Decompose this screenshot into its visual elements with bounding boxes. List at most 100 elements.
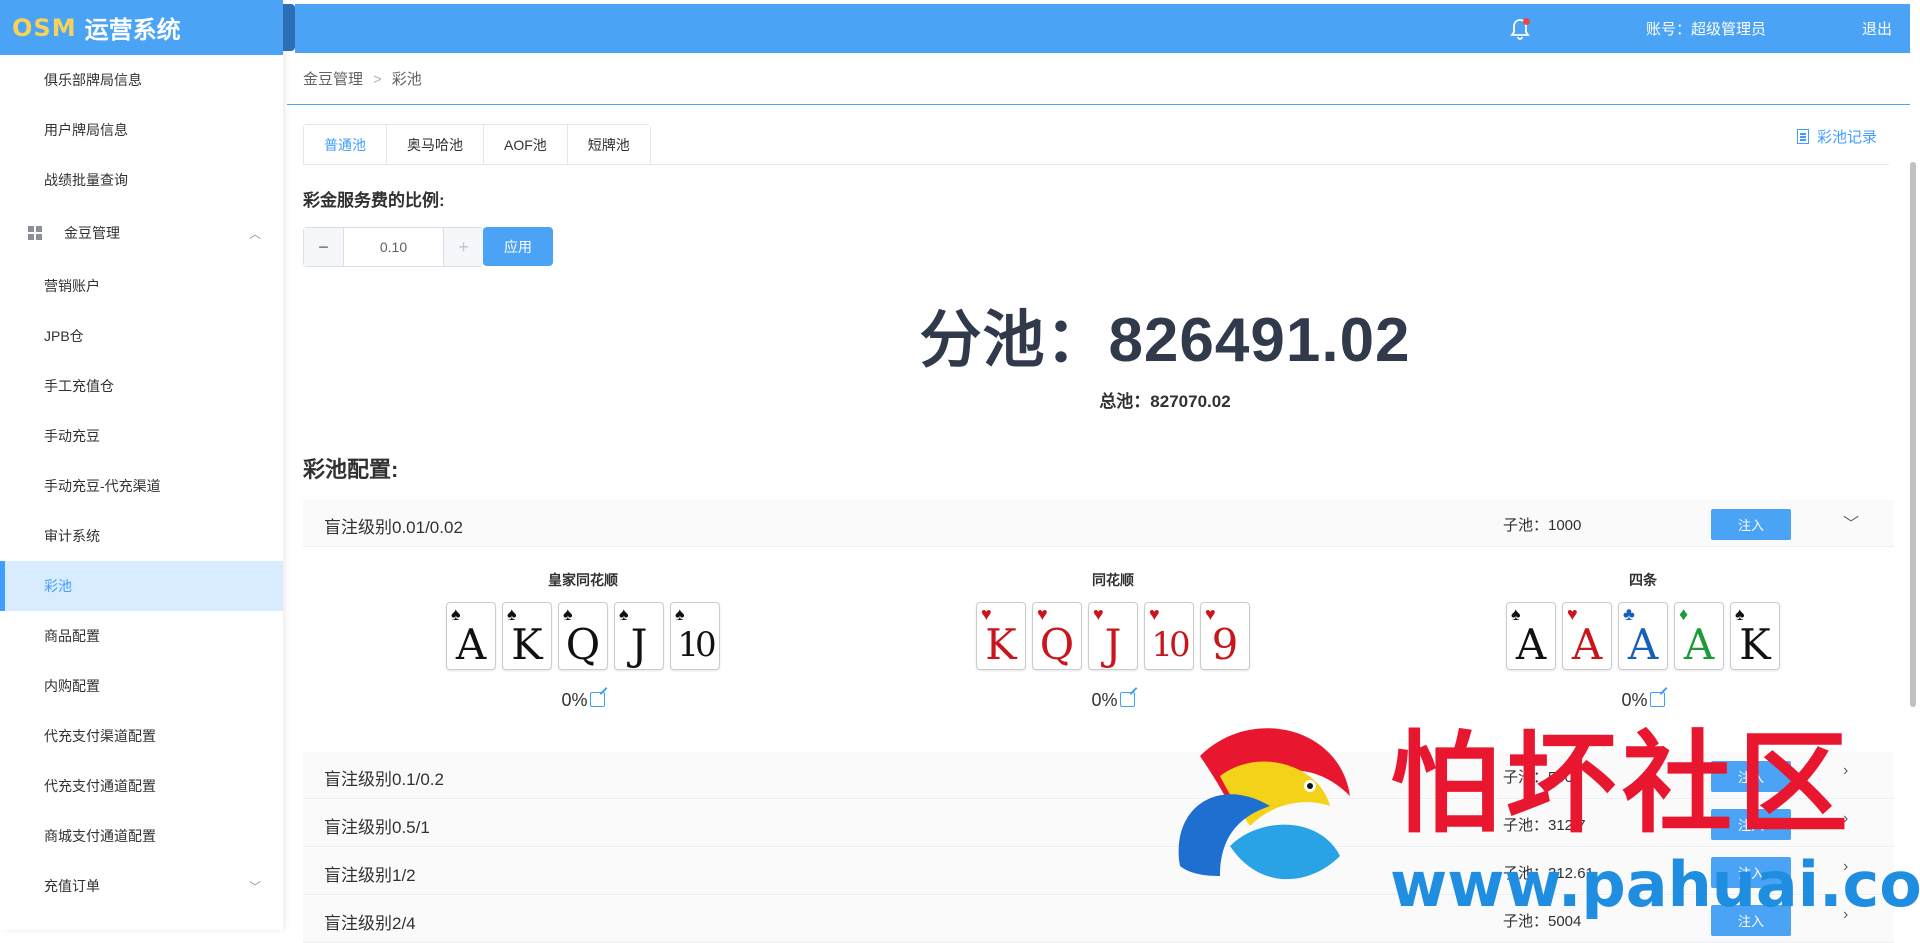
sidebar-item-jpb[interactable]: JPB仓 — [0, 311, 283, 361]
sidebar-item-label: 审计系统 — [44, 528, 100, 544]
sidebar-item-products[interactable]: 商品配置 — [0, 611, 283, 661]
card-rank: 10 — [677, 625, 716, 665]
sidebar-item-iap[interactable]: 内购配置 — [0, 661, 283, 711]
playing-card: ♥ 9 — [1200, 602, 1250, 670]
breadcrumb-item-jackpot: 彩池 — [391, 71, 422, 88]
sidebar-item-club-games[interactable]: 俱乐部牌局信息 — [0, 55, 283, 105]
watermark-text: 怕坏社区 — [1390, 719, 1854, 848]
totalpool-amount: 总池：827070.02 — [1099, 392, 1231, 411]
sidebar-item-label: 战绩批量查询 — [44, 172, 128, 188]
tab-omaha-pool[interactable]: 奥马哈池 — [386, 125, 483, 164]
hand-percent: 0% — [303, 690, 863, 711]
card-rank: K — [1739, 620, 1771, 669]
logout-link[interactable]: 退出 — [1862, 18, 1892, 39]
fee-label: 彩金服务费的比例: — [303, 191, 445, 210]
playing-card: ♣ A — [1618, 602, 1668, 670]
sidebar-item-batch-query[interactable]: 战绩批量查询 — [0, 155, 283, 205]
sidebar-item-user-games[interactable]: 用户牌局信息 — [0, 105, 283, 155]
sidebar-item-label: 俱乐部牌局信息 — [44, 72, 142, 88]
playing-card: ♥ K — [976, 602, 1026, 670]
sidebar-item-label: 金豆管理 — [64, 225, 120, 241]
sidebar-item-shop-pay-route[interactable]: 商城支付通道配置 — [0, 811, 283, 861]
sidebar-item-manual-beans-agent[interactable]: 手动充豆-代充渠道 — [0, 461, 283, 511]
blind-level-name: 盲注级别0.1/0.2 — [324, 770, 444, 789]
sidebar-item-label: 商品配置 — [44, 628, 100, 644]
jackpot-record-label: 彩池记录 — [1816, 129, 1877, 146]
watermark: 怕坏社区 www.pahuai.com — [1160, 716, 1920, 930]
playing-card: ♠ A — [446, 602, 496, 670]
fish-logo-icon — [1178, 728, 1350, 880]
hand-straight-flush: 同花顺 ♥ K ♥ Q ♥ J ♥ 10 ♥ 9 0% — [833, 570, 1393, 711]
document-icon — [1796, 129, 1809, 144]
fee-ratio-input[interactable]: 0.10 — [344, 228, 443, 266]
sidebar-item-agent-pay-route[interactable]: 代充支付通道配置 — [0, 761, 283, 811]
sidebar-item-manual-recharge-store[interactable]: 手工充值仓 — [0, 361, 283, 411]
sidebar-item-recharge-orders[interactable]: 充值订单 ﹀ — [0, 861, 283, 911]
card-rank: Q — [1039, 620, 1075, 669]
chevron-up-icon: ︿ — [248, 226, 261, 241]
playing-card: ♠ Q — [558, 602, 608, 670]
breadcrumb: 金豆管理 > 彩池 — [303, 68, 422, 89]
vertical-scrollbar[interactable] — [1910, 162, 1916, 707]
increment-button[interactable]: + — [443, 228, 483, 266]
grid-icon — [28, 226, 42, 240]
card-suit-icon: ♠ — [675, 604, 685, 624]
tab-aof-pool[interactable]: AOF池 — [483, 125, 567, 164]
blind-level-row[interactable]: 盲注级别0.01/0.02 子池：1000 注入 ﹀ — [303, 500, 1894, 547]
sidebar-item-jackpot[interactable]: 彩池 — [0, 561, 283, 611]
sidebar-item-audit[interactable]: 审计系统 — [0, 511, 283, 561]
hand-title: 四条 — [1629, 572, 1657, 588]
pool-tabs: 普通池 奥马哈池 AOF池 短牌池 — [303, 124, 651, 164]
card-rank: A — [1683, 620, 1715, 669]
sidebar-item-label: 充值订单 — [44, 878, 100, 894]
watermark-url: www.pahuai.com — [1390, 848, 1920, 921]
top-header: 账号：超级管理员 退出 — [295, 4, 1910, 53]
sidebar-item-marketing-account[interactable]: 营销账户 — [0, 261, 283, 311]
sidebar-group-gold-beans[interactable]: 金豆管理 ︿ — [0, 205, 283, 261]
card-rank: A — [1571, 620, 1603, 669]
edit-icon[interactable] — [1649, 692, 1665, 707]
breadcrumb-separator-icon: > — [373, 71, 382, 88]
sidebar-item-label: 营销账户 — [44, 278, 100, 294]
card-row: ♥ K ♥ Q ♥ J ♥ 10 ♥ 9 — [833, 602, 1393, 670]
subpool-amount: 分池：826491.02 — [919, 306, 1411, 375]
tab-short-deck-pool[interactable]: 短牌池 — [566, 125, 650, 164]
card-suit-icon: ♥ — [1149, 604, 1160, 624]
hand-title: 同花顺 — [1092, 572, 1134, 588]
card-rank: 9 — [1211, 620, 1239, 669]
playing-card: ♠ K — [502, 602, 552, 670]
playing-card: ♥ J — [1088, 602, 1138, 670]
percent-value: 0% — [1621, 690, 1648, 710]
tab-normal-pool[interactable]: 普通池 — [304, 125, 386, 164]
playing-card: ♥ A — [1562, 602, 1612, 670]
playing-card: ♥ 10 — [1144, 602, 1194, 670]
notification-dot — [1523, 18, 1530, 25]
subpool-value: 子池：1000 — [1503, 517, 1582, 534]
jackpot-record-link[interactable]: 彩池记录 — [1796, 126, 1877, 147]
edit-icon[interactable] — [1119, 692, 1135, 707]
notification-bell-icon[interactable] — [1510, 18, 1530, 40]
blind-level-name: 盲注级别0.01/0.02 — [324, 518, 463, 537]
inject-button[interactable]: 注入 — [1711, 509, 1791, 540]
hand-four-of-a-kind: 四条 ♠ A ♥ A ♣ A ♦ A ♠ K 0% — [1363, 570, 1920, 711]
card-row: ♠ A ♥ A ♣ A ♦ A ♠ K — [1363, 602, 1920, 670]
percent-value: 0% — [1091, 690, 1118, 710]
card-rank: J — [1104, 620, 1122, 669]
sidebar-item-agent-pay-channel[interactable]: 代充支付渠道配置 — [0, 711, 283, 761]
apply-button[interactable]: 应用 — [483, 227, 553, 266]
chevron-down-icon[interactable]: ﹀ — [1843, 510, 1859, 534]
sidebar-item-manual-beans[interactable]: 手动充豆 — [0, 411, 283, 461]
playing-card: ♠ A — [1506, 602, 1556, 670]
sidebar-item-label: 用户牌局信息 — [44, 122, 128, 138]
playing-card: ♠ K — [1730, 602, 1780, 670]
edit-icon[interactable] — [589, 692, 605, 707]
app-title: 运营系统 — [84, 17, 181, 44]
breadcrumb-item-gold-beans[interactable]: 金豆管理 — [303, 71, 363, 88]
sidebar-item-label: 手动充豆-代充渠道 — [44, 478, 161, 494]
app-logo[interactable]: OSM 运营系统 — [0, 0, 295, 55]
decrement-button[interactable]: − — [304, 228, 344, 266]
sidebar-collapse-handle[interactable] — [283, 4, 295, 51]
sidebar-menu: 俱乐部牌局信息 用户牌局信息 战绩批量查询 金豆管理 ︿ 营销账户 JPB仓 手… — [0, 55, 283, 911]
card-rank: A — [1515, 620, 1547, 669]
jackpot-config-label: 彩池配置: — [303, 457, 399, 482]
